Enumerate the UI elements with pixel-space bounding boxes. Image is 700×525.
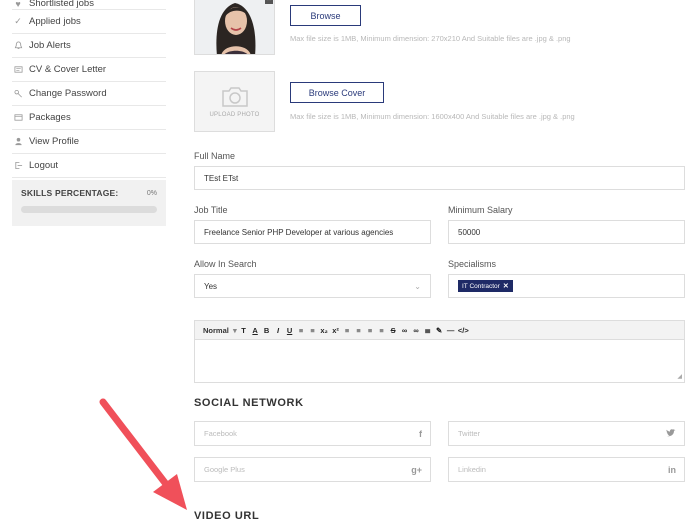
sidebar: ♥ Shortlisted jobs ✓ Applied jobs Job Al… <box>12 0 166 226</box>
facebook-icon: f <box>419 429 422 439</box>
job-title-input[interactable]: Freelance Senior PHP Developer at variou… <box>194 220 431 244</box>
sidebar-item-packages[interactable]: Packages <box>12 106 166 130</box>
browse-button[interactable]: Browse <box>290 5 361 26</box>
bell-icon <box>12 40 24 52</box>
code-icon[interactable]: </> <box>456 326 470 335</box>
twitter-icon <box>666 429 676 440</box>
sidebar-item-label: Change Password <box>29 88 107 99</box>
linkedin-placeholder: Linkedin <box>458 465 486 474</box>
sidebar-item-logout[interactable]: Logout <box>12 154 166 178</box>
sidebar-item-applied-jobs[interactable]: ✓ Applied jobs <box>12 10 166 34</box>
document-icon <box>12 64 24 76</box>
superscript-icon[interactable]: x² <box>330 326 342 335</box>
user-icon <box>12 136 24 148</box>
browse-cover-button[interactable]: Browse Cover <box>290 82 384 103</box>
google-plus-input[interactable]: Google Plus g+ <box>194 457 431 482</box>
facebook-input[interactable]: Facebook f <box>194 421 431 446</box>
check-icon: ✓ <box>14 16 22 26</box>
sidebar-item-label: Shortlisted jobs <box>29 0 94 9</box>
editor-toolbar: Normal ▾ T A B I U ≡ ≡ x₂ x² ≡ ≡ ≡ ≡ S ∞… <box>195 321 684 340</box>
linkedin-input[interactable]: Linkedin in <box>448 457 685 482</box>
delete-photo-icon[interactable]: × <box>265 0 273 4</box>
logout-icon <box>12 160 24 172</box>
specialism-tag-label: IT Contractor <box>462 282 500 290</box>
heart-icon: ♥ <box>15 0 21 9</box>
minimum-salary-label: Minimum Salary <box>448 205 513 215</box>
specialism-tag: IT Contractor ✕ <box>458 280 513 292</box>
cover-upload-box[interactable]: UPLOAD PHOTO <box>194 71 275 132</box>
twitter-input[interactable]: Twitter <box>448 421 685 446</box>
sidebar-item-label: Packages <box>29 112 71 123</box>
key-icon <box>12 88 24 100</box>
align-right-icon[interactable]: ≡ <box>353 326 365 335</box>
sidebar-item-shortlisted-jobs[interactable]: ♥ Shortlisted jobs <box>12 0 166 10</box>
align-justify-icon[interactable]: ≡ <box>376 326 388 335</box>
cover-hint: Max file size is 1MB, Minimum dimension:… <box>290 112 575 121</box>
skills-percent-text: 0% <box>146 189 157 197</box>
format-select[interactable]: Normal <box>203 326 229 335</box>
unordered-list-icon[interactable]: ≡ <box>307 326 319 335</box>
annotation-arrow <box>99 398 187 510</box>
allow-in-search-value: Yes <box>204 281 218 291</box>
editor-body[interactable] <box>195 340 684 383</box>
resize-grip-icon[interactable]: ◢ <box>677 373 682 380</box>
video-url-title: VIDEO URL <box>194 510 260 522</box>
rich-text-editor: Normal ▾ T A B I U ≡ ≡ x₂ x² ≡ ≡ ≡ ≡ S ∞… <box>194 320 685 383</box>
profile-photo: × <box>194 0 275 55</box>
strikethrough-icon[interactable]: S <box>387 326 399 335</box>
package-icon <box>12 112 24 124</box>
sidebar-item-label: Job Alerts <box>29 40 71 51</box>
google-plus-placeholder: Google Plus <box>204 465 245 474</box>
camera-icon <box>221 87 248 107</box>
font-size-icon[interactable]: T <box>238 326 250 335</box>
profile-photo-image <box>195 0 274 54</box>
specialisms-input[interactable]: IT Contractor ✕ <box>448 274 685 298</box>
linkedin-icon: in <box>668 465 676 475</box>
full-name-input[interactable]: TEst ETst <box>194 166 685 190</box>
facebook-placeholder: Facebook <box>204 429 237 438</box>
horizontal-rule-icon[interactable]: — <box>445 326 457 335</box>
minimum-salary-input[interactable]: 50000 <box>448 220 685 244</box>
link-icon[interactable]: ∞ <box>399 326 411 335</box>
italic-icon[interactable]: I <box>272 326 284 335</box>
sidebar-item-change-password[interactable]: Change Password <box>12 82 166 106</box>
underline-icon[interactable]: U <box>284 326 296 335</box>
sidebar-item-job-alerts[interactable]: Job Alerts <box>12 34 166 58</box>
upload-photo-label: UPLOAD PHOTO <box>209 112 260 118</box>
skills-percentage-panel: SKILLS PERCENTAGE: 0% <box>12 180 166 226</box>
table-icon[interactable]: ≣ <box>422 326 434 335</box>
text-color-icon[interactable]: A <box>249 326 261 335</box>
allow-in-search-select[interactable]: Yes ⌄ <box>194 274 431 298</box>
ordered-list-icon[interactable]: ≡ <box>295 326 307 335</box>
sidebar-item-label: View Profile <box>29 136 79 147</box>
job-title-label: Job Title <box>194 205 228 215</box>
specialisms-label: Specialisms <box>448 259 497 269</box>
skills-label: SKILLS PERCENTAGE: <box>21 188 119 198</box>
subscript-icon[interactable]: x₂ <box>318 326 330 335</box>
sidebar-item-label: Applied jobs <box>29 16 81 27</box>
sidebar-item-view-profile[interactable]: View Profile <box>12 130 166 154</box>
align-center-icon[interactable]: ≡ <box>364 326 376 335</box>
full-name-label: Full Name <box>194 151 236 161</box>
chevron-down-icon: ⌄ <box>414 282 421 291</box>
remove-tag-icon[interactable]: ✕ <box>503 282 509 290</box>
sidebar-item-label: Logout <box>29 160 59 171</box>
eraser-icon[interactable]: ✎ <box>433 326 445 335</box>
bold-icon[interactable]: B <box>261 326 273 335</box>
align-left-icon[interactable]: ≡ <box>341 326 353 335</box>
sidebar-item-label: CV & Cover Letter <box>29 64 107 75</box>
unlink-icon[interactable]: ∞ <box>410 326 422 335</box>
social-network-title: SOCIAL NETWORK <box>194 397 304 409</box>
sidebar-item-cv-cover-letter[interactable]: CV & Cover Letter <box>12 58 166 82</box>
skills-progress-bar <box>21 206 157 213</box>
allow-in-search-label: Allow In Search <box>194 259 257 269</box>
photo-hint: Max file size is 1MB, Minimum dimension:… <box>290 34 571 43</box>
twitter-placeholder: Twitter <box>458 429 481 438</box>
google-plus-icon: g+ <box>411 465 422 475</box>
